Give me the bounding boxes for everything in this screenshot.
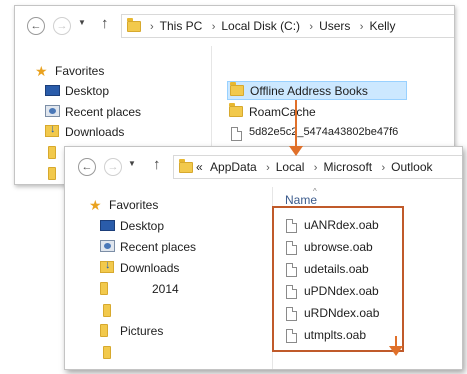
star-icon: ★: [89, 197, 102, 213]
breadcrumb-item[interactable]: AppData: [210, 160, 257, 174]
nav-item-recent-places[interactable]: Recent places: [45, 104, 195, 120]
forward-button[interactable]: →: [104, 158, 122, 176]
breadcrumb-item[interactable]: Local: [276, 160, 305, 174]
chevron-right-icon: ›: [359, 21, 364, 33]
nav-item-desktop[interactable]: Desktop: [100, 218, 250, 234]
nav-item-label: 2014: [152, 282, 179, 296]
folder-icon: [100, 324, 108, 337]
nav-item-label: Pictures: [120, 324, 164, 338]
file-name: 5d82e5c2_5474a43802be47f6: [249, 126, 399, 138]
navigation-bar: ← → ▼ ↑ › This PC › Local Disk (C:) › Users…: [15, 6, 454, 46]
forward-button[interactable]: →: [53, 17, 71, 35]
file-icon: [231, 127, 242, 141]
downloads-icon: [45, 123, 59, 137]
folder-icon[interactable]: [103, 346, 111, 359]
list-item[interactable]: 5d82e5c2_5474a43802be47f6: [227, 124, 454, 143]
nav-item-recent-places[interactable]: Recent places: [100, 239, 250, 255]
nav-item-desktop[interactable]: Desktop: [45, 83, 195, 99]
star-icon: ★: [35, 63, 48, 79]
nav-item-downloads[interactable]: Downloads: [100, 259, 250, 276]
nav-item-downloads[interactable]: Downloads: [45, 123, 195, 140]
up-button[interactable]: ↑: [153, 156, 161, 173]
breadcrumb-overflow[interactable]: «: [196, 160, 203, 174]
recent-locations-dropdown[interactable]: ▼: [78, 18, 86, 27]
folder-icon[interactable]: [48, 167, 56, 180]
file-name: Offline Address Books: [250, 84, 368, 98]
chevron-right-icon: ›: [266, 162, 270, 174]
nav-item-label: Desktop: [65, 84, 110, 98]
folder-icon[interactable]: [48, 146, 56, 159]
nav-item-label: Recent places: [120, 240, 197, 254]
file-name: RoamCache: [249, 105, 316, 119]
breadcrumb-item[interactable]: Users: [319, 19, 350, 33]
chevron-right-icon: ›: [313, 162, 318, 174]
folder-icon: [229, 103, 243, 117]
highlight-box: [272, 206, 404, 352]
nav-item-label: Downloads: [120, 261, 180, 275]
back-button[interactable]: ←: [78, 158, 96, 176]
back-button[interactable]: ←: [27, 17, 45, 35]
nav-item-label: Desktop: [120, 219, 165, 233]
chevron-right-icon: ›: [309, 21, 314, 33]
breadcrumb-item[interactable]: Microsoft: [323, 160, 372, 174]
arrow-down-icon: [289, 146, 303, 156]
list-item[interactable]: Offline Address Books: [227, 81, 407, 100]
recent-places-icon: [45, 105, 60, 117]
desktop-icon: [45, 85, 60, 96]
nav-item-pictures[interactable]: Pictures: [100, 323, 250, 339]
list-item[interactable]: RoamCache: [227, 103, 447, 122]
desktop-icon: [100, 220, 115, 231]
folder-icon[interactable]: [103, 304, 111, 317]
nav-item-label: Recent places: [65, 105, 142, 119]
address-bar[interactable]: « AppData › Local › Microsoft › Outlook: [173, 155, 462, 179]
arrow-line: [295, 100, 297, 150]
nav-item-folder-2014[interactable]: 2014: [100, 281, 250, 297]
up-button[interactable]: ↑: [101, 15, 109, 32]
breadcrumb-item[interactable]: Outlook: [391, 160, 432, 174]
chevron-right-icon: ›: [211, 21, 216, 33]
nav-item-favorites[interactable]: ★ Favorites: [35, 63, 185, 79]
folder-icon: [127, 18, 141, 32]
address-bar[interactable]: › This PC › Local Disk (C:) › Users › Kelly: [121, 14, 454, 38]
chevron-right-icon: ›: [381, 162, 386, 174]
recent-locations-dropdown[interactable]: ▼: [128, 159, 136, 168]
nav-item-label: Favorites: [55, 64, 105, 78]
breadcrumb-item[interactable]: Local Disk (C:): [221, 19, 300, 33]
navigation-bar: ← → ▼ ↑ « AppData › Local › Microsoft › Out…: [65, 147, 462, 187]
breadcrumb-item[interactable]: This PC: [160, 19, 203, 33]
nav-item-favorites[interactable]: ★ Favorites: [89, 197, 239, 213]
nav-item-label: Favorites: [109, 198, 159, 212]
folder-icon: [230, 82, 244, 96]
breadcrumb-item[interactable]: Kelly: [369, 19, 395, 33]
downloads-icon: [100, 259, 114, 273]
sort-chevron-icon: ^: [313, 187, 317, 196]
chevron-right-icon: ›: [150, 21, 154, 33]
arrow-down-icon: [389, 346, 403, 356]
folder-icon: [100, 282, 108, 295]
nav-item-label: Downloads: [65, 125, 125, 139]
recent-places-icon: [100, 240, 115, 252]
folder-icon: [179, 159, 193, 173]
